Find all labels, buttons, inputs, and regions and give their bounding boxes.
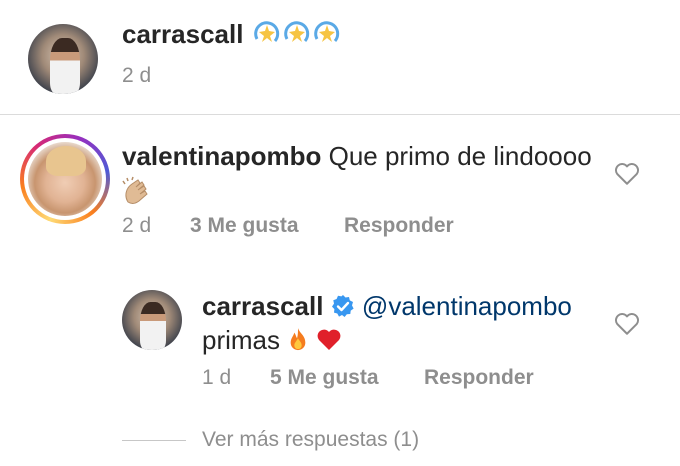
username-link[interactable]: valentinapombo bbox=[122, 141, 321, 171]
reply-button[interactable]: Responder bbox=[424, 366, 534, 390]
reply-button[interactable]: Responder bbox=[344, 214, 454, 238]
avatar-photo bbox=[46, 146, 86, 176]
username-link[interactable]: carrascall bbox=[202, 291, 323, 321]
divider bbox=[0, 114, 680, 115]
like-heart-icon[interactable] bbox=[614, 162, 640, 186]
avatar-photo bbox=[140, 302, 166, 350]
fire-icon bbox=[290, 328, 306, 351]
story-ring[interactable] bbox=[20, 134, 110, 224]
avatar[interactable] bbox=[28, 24, 98, 94]
more-replies-line bbox=[122, 440, 186, 441]
mention-link[interactable]: @valentinapombo bbox=[362, 291, 572, 321]
like-heart-icon[interactable] bbox=[614, 312, 640, 336]
comment-time: 2 d bbox=[122, 214, 152, 237]
dizzy-star-icon bbox=[253, 21, 279, 42]
dizzy-star-icon bbox=[283, 21, 309, 42]
likes-count[interactable]: 5 Me gusta bbox=[270, 366, 379, 390]
view-more-replies-button[interactable]: Ver más respuestas (1) bbox=[202, 428, 419, 452]
avatar[interactable] bbox=[122, 290, 182, 350]
comment-time: 2 d bbox=[122, 64, 152, 87]
username-link[interactable]: carrascall bbox=[122, 19, 243, 49]
likes-count[interactable]: 3 Me gusta bbox=[190, 214, 299, 238]
red-heart-icon bbox=[318, 329, 341, 350]
dizzy-star-icon bbox=[313, 21, 339, 42]
reply-text: carrascall @valentinapombo bbox=[202, 290, 572, 322]
comment-text: carrascall bbox=[122, 18, 341, 50]
avatar-photo bbox=[50, 38, 80, 94]
clapping-hands-icon bbox=[122, 176, 148, 204]
verified-badge-icon bbox=[331, 295, 354, 317]
comment-time: 1 d bbox=[202, 366, 232, 389]
avatar bbox=[28, 142, 102, 216]
comment-body: Que primo de lindoooo bbox=[328, 141, 592, 171]
reply-body: primas bbox=[202, 325, 281, 355]
reply-body-line: primas bbox=[202, 324, 342, 356]
comment-text: valentinapombo Que primo de lindoooo bbox=[122, 140, 592, 172]
